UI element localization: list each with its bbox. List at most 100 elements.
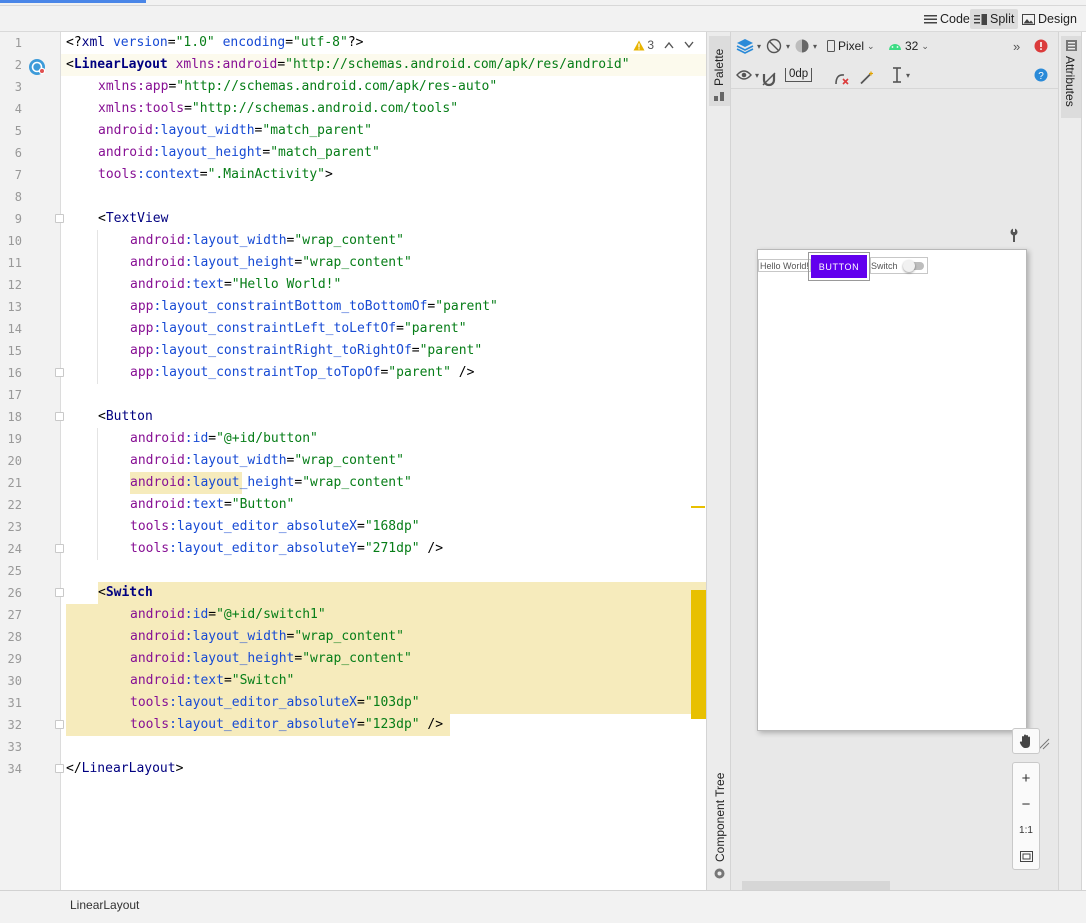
code-line[interactable]: android:text="Button" — [61, 494, 706, 516]
line-number: 30 — [7, 674, 22, 688]
wrench-icon[interactable] — [1009, 228, 1019, 242]
code-line[interactable]: xmlns:tools="http://schemas.android.com/… — [61, 98, 706, 120]
code-token: :layout_width — [184, 453, 287, 468]
attributes-tab[interactable]: Attributes — [1061, 36, 1081, 118]
more-options-icon[interactable]: » — [1013, 36, 1020, 56]
code-token: = — [411, 343, 420, 358]
code-line[interactable]: app:layout_constraintRight_toRightOf="pa… — [61, 340, 706, 362]
code-line[interactable]: android:layout_height="wrap_content" — [61, 648, 706, 670]
guidelines-button[interactable]: ▾ — [891, 65, 910, 85]
chevron-down-icon[interactable] — [684, 41, 694, 49]
split-mode-button[interactable]: Split — [970, 9, 1019, 29]
code-editor[interactable]: 1 2 3 4 5 6 7 8 9 10 11 12 13 14 15 16 17 18 19 20 21 22 23 24 2… — [0, 32, 706, 890]
orientation-button[interactable]: ▾ — [765, 36, 790, 56]
activity-link-icon[interactable] — [28, 58, 46, 76]
device-selector[interactable]: Pixel ⌄ — [827, 36, 875, 56]
code-token: android — [98, 123, 153, 138]
palette-tab[interactable]: Palette — [709, 36, 730, 106]
code-line[interactable]: <Button — [61, 406, 706, 428]
code-mode-button[interactable]: Code — [920, 9, 974, 29]
inspection-widget[interactable]: 3 — [633, 38, 694, 52]
code-line[interactable]: android:text="Switch" — [61, 670, 706, 692]
help-icon[interactable]: ? — [1034, 68, 1048, 82]
code-line[interactable]: android:layout_height="match_parent" — [61, 142, 706, 164]
code-line[interactable] — [61, 384, 706, 406]
code-line[interactable]: android:layout_width="wrap_content" — [61, 450, 706, 472]
code-token: xmlns:android — [175, 57, 278, 72]
component-tree-tab[interactable]: Component Tree — [709, 764, 730, 884]
code-line[interactable]: app:layout_constraintTop_toTopOf="parent… — [61, 362, 706, 384]
error-icon[interactable] — [1034, 39, 1048, 53]
device-preview[interactable]: Hello World! BUTTON Switch — [757, 249, 1027, 731]
code-line[interactable] — [61, 560, 706, 582]
code-line[interactable]: android:layout_width="wrap_content" — [61, 230, 706, 252]
preview-textview[interactable]: Hello World! — [758, 259, 811, 272]
code-token: xmlns:tools — [98, 101, 185, 116]
code-line[interactable]: tools:layout_editor_absoluteX="168dp" — [61, 516, 706, 538]
line-number: 11 — [7, 256, 22, 270]
chevron-up-icon[interactable] — [664, 41, 674, 49]
zoom-to-fit-button[interactable] — [1013, 843, 1039, 869]
zoom-out-button[interactable]: − — [1013, 791, 1039, 817]
line-number: 6 — [14, 146, 22, 160]
code-line[interactable]: <Switch — [61, 582, 706, 604]
code-token: "utf-8" — [293, 35, 348, 50]
horizontal-scrollbar[interactable] — [742, 881, 890, 890]
code-line[interactable]: tools:layout_editor_absoluteY="123dp" /> — [61, 714, 706, 736]
change-marker-block — [691, 590, 706, 719]
design-mode-button[interactable]: Design — [1018, 9, 1081, 29]
code-token: xmlns:app — [98, 79, 169, 94]
magnet-icon[interactable] — [762, 69, 776, 89]
zoom-actual-size-button[interactable]: 1:1 — [1013, 817, 1039, 843]
default-margin-field[interactable]: 0dp — [785, 65, 813, 85]
code-line[interactable]: tools:layout_editor_absoluteX="103dp" — [61, 692, 706, 714]
code-line[interactable] — [61, 186, 706, 208]
component-tree-icon — [714, 868, 725, 879]
line-number: 1 — [14, 36, 22, 50]
preview-button[interactable]: BUTTON — [808, 252, 870, 281]
code-token: :layout_constraintTop_toTopOf — [153, 365, 381, 380]
pan-button[interactable] — [1012, 728, 1040, 754]
code-token: "wrap_content" — [302, 255, 412, 270]
magic-wand-icon[interactable] — [859, 68, 875, 88]
design-surface-button[interactable]: ▾ — [736, 36, 761, 56]
view-options-button[interactable]: ▾ — [736, 65, 759, 85]
zoom-in-button[interactable]: + — [1013, 765, 1039, 791]
code-line[interactable]: android:layout_width="match_parent" — [61, 120, 706, 142]
code-line[interactable]: android:layout_height="wrap_content" — [61, 472, 706, 494]
code-line[interactable]: tools:context=".MainActivity"> — [61, 164, 706, 186]
code-line[interactable]: <TextView — [61, 208, 706, 230]
code-area[interactable]: <?xml version="1.0" encoding="utf-8"?> <L… — [61, 32, 706, 890]
code-line[interactable]: tools:layout_editor_absoluteY="271dp" /> — [61, 538, 706, 560]
code-line[interactable] — [61, 736, 706, 758]
code-token: :text — [184, 277, 224, 292]
code-mode-label: Code — [940, 12, 970, 26]
code-line[interactable]: android:id="@+id/switch1" — [61, 604, 706, 626]
code-token: android — [130, 431, 185, 446]
code-line[interactable]: xmlns:app="http://schemas.android.com/ap… — [61, 76, 706, 98]
code-token: :layout_width — [184, 629, 287, 644]
warning-indicator[interactable]: 3 — [633, 38, 654, 52]
code-token: /> — [450, 365, 475, 380]
code-line[interactable]: <LinearLayout xmlns:android="http://sche… — [61, 54, 706, 76]
code-line[interactable]: android:layout_width="wrap_content" — [61, 626, 706, 648]
code-token: "wrap_content" — [294, 233, 404, 248]
line-number: 14 — [7, 322, 22, 336]
clear-constraints-icon[interactable] — [834, 69, 850, 89]
code-token: "parent" — [419, 343, 483, 358]
android-icon — [889, 44, 901, 50]
design-pane[interactable]: ▾ ▾ ▾ Pixel ⌄ 32 ⌄ » ▾ 0dp ▾ ? Hello Wor… — [731, 32, 1058, 890]
code-line[interactable]: app:layout_constraintBottom_toBottomOf="… — [61, 296, 706, 318]
code-line[interactable]: </LinearLayout> — [61, 758, 706, 780]
code-line[interactable]: android:layout_height="wrap_content" — [61, 252, 706, 274]
breadcrumb[interactable]: LinearLayout — [70, 898, 139, 912]
code-token: app — [130, 321, 154, 336]
night-mode-button[interactable]: ▾ — [794, 36, 817, 56]
api-level-selector[interactable]: 32 ⌄ — [888, 36, 929, 56]
code-line[interactable]: app:layout_constraintLeft_toLeftOf="pare… — [61, 318, 706, 340]
code-line[interactable]: <?xml version="1.0" encoding="utf-8"?> — [61, 32, 706, 54]
code-line[interactable]: android:id="@+id/button" — [61, 428, 706, 450]
code-token: tools — [130, 695, 170, 710]
preview-switch[interactable]: Switch — [870, 257, 928, 274]
code-line[interactable]: android:text="Hello World!" — [61, 274, 706, 296]
